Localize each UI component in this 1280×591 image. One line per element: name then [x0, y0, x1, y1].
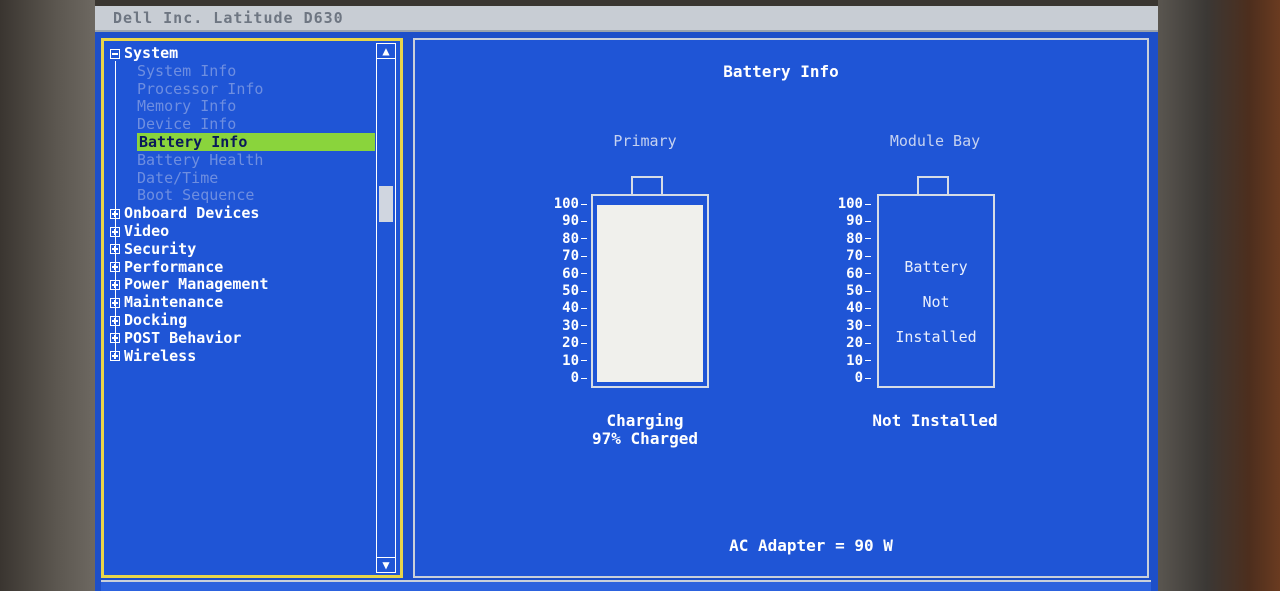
- tree-item-date-time[interactable]: Date/Time: [137, 169, 218, 187]
- scale-tick-label: 40: [846, 300, 871, 316]
- module-bay-label: Module Bay: [889, 132, 981, 150]
- module-bay-message-line-3: Installed: [895, 328, 977, 346]
- scale-tick-label: 60: [562, 266, 587, 282]
- tree-item-memory-info[interactable]: Memory Info: [137, 97, 236, 115]
- tree-item-post-behavior[interactable]: POST Behavior: [110, 329, 241, 347]
- tree-item-label: Docking: [124, 311, 188, 329]
- bios-screen: Dell Inc. Latitude D630 System System Inf…: [95, 6, 1158, 591]
- scale-tick-label: 20: [846, 335, 871, 351]
- tree-item-performance[interactable]: Performance: [110, 258, 223, 276]
- primary-battery-terminal: [631, 176, 663, 196]
- panel-title: Battery Info: [723, 62, 839, 81]
- tree-item-video[interactable]: Video: [110, 222, 169, 240]
- scale-tick-label: 20: [562, 335, 587, 351]
- tree-item-label: POST Behavior: [124, 328, 242, 347]
- help-bar: [101, 580, 1151, 591]
- scale-tick-label: 30: [846, 318, 871, 334]
- scroll-up-arrow-icon[interactable]: ▲: [377, 44, 395, 59]
- module-bay-battery-terminal: [917, 176, 949, 196]
- primary-battery-label: Primary: [613, 132, 677, 150]
- scale-tick-label: 10: [846, 353, 871, 369]
- primary-charging-state: Charging: [606, 411, 684, 430]
- tree-item-label: Power Management: [124, 275, 269, 294]
- tree-item-wireless[interactable]: Wireless: [110, 347, 196, 365]
- scale-tick-label: 50: [562, 283, 587, 299]
- scale-tick-label: 70: [846, 248, 871, 264]
- module-bay-message-line-1: Battery: [904, 258, 968, 276]
- module-bay-status: Not Installed: [872, 411, 998, 430]
- scale-tick-label: 80: [846, 231, 871, 247]
- primary-battery-fill: [597, 205, 703, 382]
- scale-tick-label: 100: [554, 196, 587, 212]
- tree-item-docking[interactable]: Docking: [110, 311, 187, 329]
- module-bay-battery-gauge: Battery Not Installed: [877, 194, 995, 388]
- tree-item-label: System: [124, 44, 179, 62]
- primary-charge-percent: 97% Charged: [592, 429, 698, 448]
- tree-scrollbar[interactable]: ▲ ▼: [376, 43, 396, 573]
- scale-tick-label: 60: [846, 266, 871, 282]
- scale-tick-label: 90: [846, 213, 871, 229]
- scale-tick-label: 90: [562, 213, 587, 229]
- scale-tick-label: 70: [562, 248, 587, 264]
- settings-tree: System System Info Processor Info Memory In…: [104, 41, 375, 575]
- settings-tree-panel: System System Info Processor Info Memory In…: [101, 38, 403, 578]
- scale-tick-label: 40: [562, 300, 587, 316]
- module-bay-message-line-2: Not: [922, 293, 950, 311]
- scale-tick-label: 0: [855, 370, 871, 386]
- tree-connector-line: [115, 61, 116, 353]
- expand-icon[interactable]: [110, 351, 120, 362]
- scale-tick-label: 30: [562, 318, 587, 334]
- collapse-icon[interactable]: [110, 48, 120, 59]
- scale-tick-label: 80: [562, 231, 587, 247]
- tree-item-device-info[interactable]: Device Info: [137, 115, 236, 133]
- tree-item-label: Maintenance: [124, 293, 224, 312]
- battery-info-panel: Battery Info Primary Module Bay 100 90 80 7…: [413, 38, 1149, 578]
- tree-item-onboard-devices[interactable]: Onboard Devices: [110, 204, 259, 222]
- tree-item-label: Onboard Devices: [124, 204, 260, 223]
- ac-adapter-rating: AC Adapter = 90 W: [729, 536, 893, 555]
- tree-item-system[interactable]: System: [110, 44, 178, 62]
- tree-item-system-info[interactable]: System Info: [137, 62, 236, 80]
- tree-item-boot-sequence[interactable]: Boot Sequence: [137, 186, 254, 204]
- tree-item-label: Security: [124, 239, 197, 258]
- primary-scale: 100 90 80 70 60 50 40 30 20 10 0: [551, 196, 587, 386]
- tree-item-label: Performance: [124, 257, 224, 276]
- title-bar: Dell Inc. Latitude D630: [95, 6, 1158, 32]
- tree-item-battery-info[interactable]: Battery Info: [137, 133, 375, 151]
- scale-tick-label: 50: [846, 283, 871, 299]
- tree-item-processor-info[interactable]: Processor Info: [137, 80, 263, 98]
- scroll-down-arrow-icon[interactable]: ▼: [377, 557, 395, 572]
- scale-tick-label: 10: [562, 353, 587, 369]
- scroll-thumb[interactable]: [379, 186, 393, 222]
- laptop-bezel-left: [0, 0, 95, 591]
- primary-battery-status: Charging 97% Charged: [565, 412, 725, 448]
- primary-battery-gauge: [591, 194, 709, 388]
- tree-item-maintenance[interactable]: Maintenance: [110, 293, 223, 311]
- window-title: Dell Inc. Latitude D630: [113, 9, 344, 27]
- module-bay-scale: 100 90 80 70 60 50 40 30 20 10 0: [835, 196, 871, 386]
- tree-item-battery-health[interactable]: Battery Health: [137, 151, 263, 169]
- tree-item-label: Video: [124, 222, 170, 240]
- tree-item-label: Wireless: [124, 346, 197, 365]
- scale-tick-label: 100: [838, 196, 871, 212]
- tree-item-security[interactable]: Security: [110, 240, 196, 258]
- laptop-bezel-right: [1158, 0, 1280, 591]
- scale-tick-label: 0: [571, 370, 587, 386]
- tree-item-power-management[interactable]: Power Management: [110, 275, 269, 293]
